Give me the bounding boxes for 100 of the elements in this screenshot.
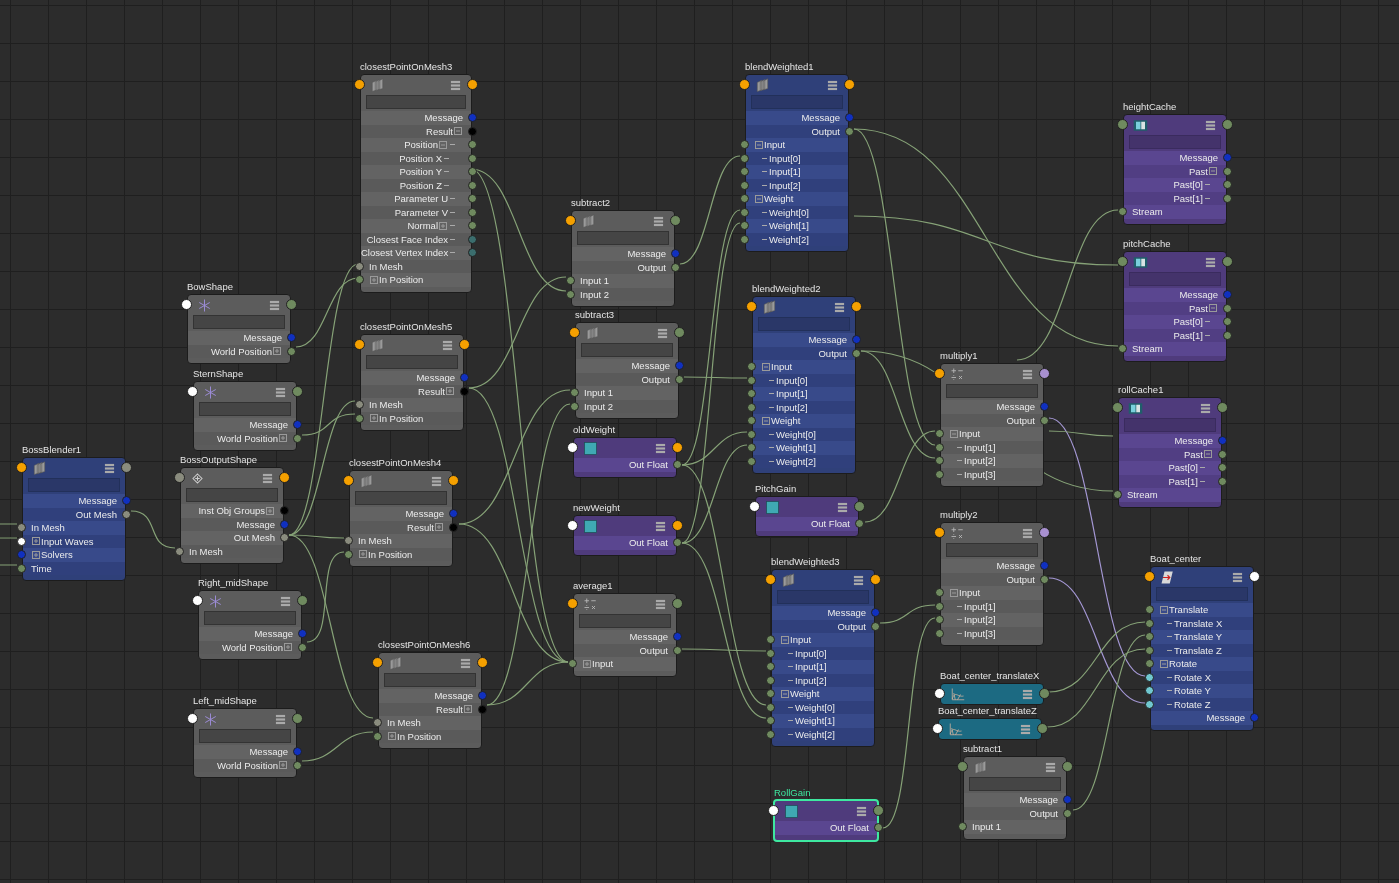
node-title[interactable]: Boat_center_translateZ <box>938 705 1037 718</box>
node-card[interactable]: Message Output Input Input[0] Input[1] Input[2] Weight Weight[0] Weight[1] Weight[2] <box>752 296 856 474</box>
node-title[interactable]: Boat_center_translateX <box>940 670 1040 683</box>
port-label: Output <box>818 347 847 359</box>
node-title[interactable]: closestPointOnMesh4 <box>349 457 442 470</box>
node-title[interactable]: closestPointOnMesh5 <box>360 321 453 334</box>
port-label: Position Z <box>399 179 442 191</box>
node-title[interactable]: BossOutputShape <box>180 454 258 467</box>
node-card[interactable]: Message Result In Mesh In Position <box>349 470 453 567</box>
node-card[interactable]: Message Output Input Input[0] Input[1] Input[2] Weight Weight[0] Weight[1] Weight[2] <box>745 74 849 252</box>
node-title[interactable]: subtract2 <box>571 197 611 210</box>
port-label: In Mesh <box>369 399 403 411</box>
node-card[interactable]: Message World Position <box>193 381 297 451</box>
node-card[interactable]: Translate Translate X Translate Y Translate Z Rotate Rotate X Rotate Y Rotate Z Message <box>1150 566 1254 731</box>
node-card[interactable]: Message Output Input 1 Input 2 <box>571 210 675 307</box>
port-label: Message <box>1179 289 1218 301</box>
node-card[interactable]: Message World Position <box>193 708 297 778</box>
port-label: Input Waves <box>41 535 94 547</box>
node-card[interactable]: Message Out Mesh In Mesh Input Waves Solvers Time <box>22 457 126 581</box>
node-title[interactable]: newWeight <box>573 502 620 515</box>
node-card[interactable]: Message Result In Mesh In Position <box>378 652 482 749</box>
node-title[interactable]: closestPointOnMesh6 <box>378 639 471 652</box>
port-label: Closest Vertex Index <box>361 247 449 259</box>
node-title[interactable]: closestPointOnMesh3 <box>360 61 453 74</box>
node-title[interactable]: heightCache <box>1123 101 1177 114</box>
node-title[interactable]: subtract3 <box>575 309 615 322</box>
node-card[interactable]: Out Float <box>755 496 859 537</box>
node-card[interactable]: Message Output Input Input[0] Input[1] Input[2] Weight Weight[0] Weight[1] Weight[2] <box>771 569 875 747</box>
port-label: Past[0] <box>1173 179 1203 191</box>
port-label: Message <box>236 518 275 530</box>
port-label: In Position <box>397 730 442 742</box>
port-label: Input <box>959 587 981 599</box>
node-card[interactable]: Out Float <box>773 799 879 842</box>
node-title[interactable]: multiply2 <box>940 509 978 522</box>
node-title[interactable]: rollCache1 <box>1118 384 1164 397</box>
node-title[interactable]: multiply1 <box>940 350 978 363</box>
node-title[interactable]: blendWeighted3 <box>771 556 840 569</box>
port-label: Message <box>627 248 666 260</box>
port-label: Input[0] <box>776 374 808 386</box>
node-card[interactable]: Message Result In Mesh In Position <box>360 334 464 431</box>
port-label: Input[2] <box>776 401 808 413</box>
node-card[interactable]: Out Float <box>573 437 677 478</box>
port-label: Input <box>592 658 614 670</box>
node-card[interactable]: Message World Position <box>198 590 302 660</box>
node-card[interactable]: Message Output Input Input[1] Input[2] Input[3] <box>940 363 1044 487</box>
port-label: Position <box>404 139 438 151</box>
port-label: Message <box>996 560 1035 572</box>
port-label: Rotate Y <box>1174 685 1211 697</box>
node-title[interactable]: pitchCache <box>1123 238 1171 251</box>
port-label: Input 1 <box>972 821 1002 833</box>
port-label: In Mesh <box>387 717 421 729</box>
port-label: Past[0] <box>1173 316 1203 328</box>
node-card[interactable]: Message World Position <box>187 294 291 364</box>
node-card[interactable]: Out Float <box>573 515 677 556</box>
node-card[interactable]: Message Past Past[0] Past[1] Stream <box>1118 397 1222 508</box>
port-label: Weight <box>790 688 820 700</box>
port-label: Input[0] <box>769 152 801 164</box>
port-label: Input[2] <box>964 455 996 467</box>
port-label: Translate Y <box>1174 631 1223 643</box>
node-card[interactable]: Message Past Past[0] Past[1] Stream <box>1123 251 1227 362</box>
port-label: Input[1] <box>776 388 808 400</box>
node-title[interactable]: subtract1 <box>963 743 1003 756</box>
port-label: Message <box>1019 794 1058 806</box>
node-card[interactable]: Message Output Input 1 Input 2 <box>575 322 679 419</box>
node-title[interactable]: Boat_center <box>1150 553 1202 566</box>
node-title[interactable]: Right_midShape <box>198 577 269 590</box>
port-label: Past[1] <box>1173 192 1203 204</box>
node-title[interactable]: SternShape <box>193 368 244 381</box>
node-card[interactable]: Message Output Input 1 <box>963 756 1067 840</box>
port-label: Weight[2] <box>776 455 816 467</box>
node-title[interactable]: BowShape <box>187 281 233 294</box>
node-title[interactable]: oldWeight <box>573 424 616 437</box>
port-label: Input[2] <box>964 614 996 626</box>
port-label: Message <box>78 495 117 507</box>
port-label: Result <box>436 703 463 715</box>
port-label: Output <box>637 261 666 273</box>
port-label: Input <box>790 634 812 646</box>
port-label: Message <box>416 372 455 384</box>
port-label: Solvers <box>41 549 73 561</box>
node-card[interactable]: Message Past Past[0] Past[1] Stream <box>1123 114 1227 225</box>
node-card[interactable]: Message Output Input <box>573 593 677 677</box>
port-label: Weight <box>771 415 801 427</box>
node-card[interactable]: Message Result Position Position X Position Y Position Z Parameter U Parameter V Normal Closest Face Index Closest Vertex Index In Mesh In Position <box>360 74 472 293</box>
port-label: Message <box>1179 152 1218 164</box>
node-card[interactable]: Inst Obj Groups Message Out Mesh In Mesh <box>180 467 284 564</box>
port-label: Message <box>1174 435 1213 447</box>
port-label: Past[0] <box>1168 462 1198 474</box>
node-title[interactable]: Left_midShape <box>193 695 257 708</box>
node-card[interactable]: Message Output Input Input[1] Input[2] Input[3] <box>940 522 1044 646</box>
port-label: Output <box>641 373 670 385</box>
node-title[interactable]: blendWeighted1 <box>745 61 814 74</box>
port-label: Output <box>811 125 840 137</box>
port-label: In Position <box>379 412 424 424</box>
node-title[interactable]: PitchGain <box>755 483 797 496</box>
node-title[interactable]: RollGain <box>774 787 811 800</box>
port-label: Weight[2] <box>795 728 835 740</box>
node-title[interactable]: BossBlender1 <box>22 444 82 457</box>
node-title[interactable]: average1 <box>573 580 613 593</box>
port-label: Result <box>426 125 453 137</box>
node-title[interactable]: blendWeighted2 <box>752 283 821 296</box>
